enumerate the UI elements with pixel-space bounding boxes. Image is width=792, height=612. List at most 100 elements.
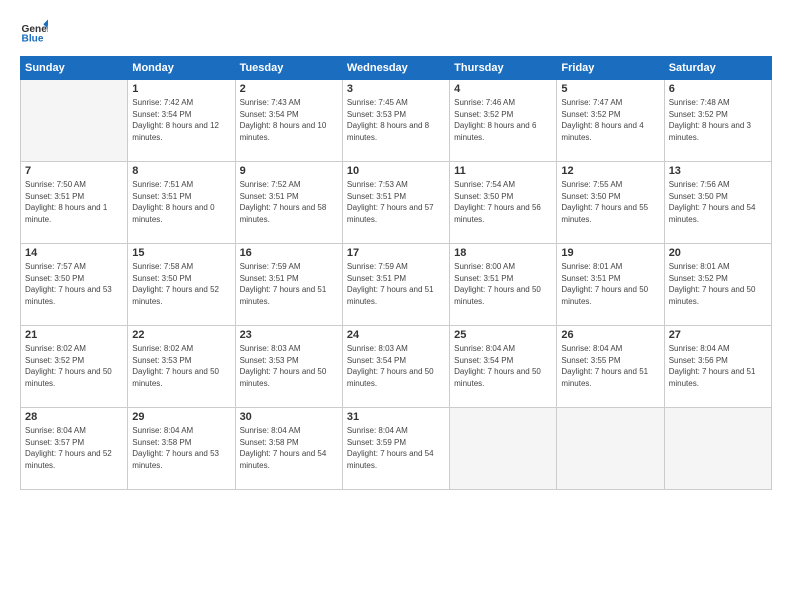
day-info: Sunrise: 8:01 AM Sunset: 3:52 PM Dayligh… xyxy=(669,261,767,307)
day-number: 29 xyxy=(132,411,230,423)
day-cell: 12 Sunrise: 7:55 AM Sunset: 3:50 PM Dayl… xyxy=(557,162,664,244)
day-number: 14 xyxy=(25,247,123,259)
day-number: 26 xyxy=(561,329,659,341)
day-cell: 7 Sunrise: 7:50 AM Sunset: 3:51 PM Dayli… xyxy=(21,162,128,244)
week-row-1: 1 Sunrise: 7:42 AM Sunset: 3:54 PM Dayli… xyxy=(21,80,772,162)
day-number: 13 xyxy=(669,165,767,177)
day-info: Sunrise: 7:48 AM Sunset: 3:52 PM Dayligh… xyxy=(669,97,767,143)
day-info: Sunrise: 8:03 AM Sunset: 3:53 PM Dayligh… xyxy=(240,343,338,389)
day-info: Sunrise: 8:01 AM Sunset: 3:51 PM Dayligh… xyxy=(561,261,659,307)
day-number: 9 xyxy=(240,165,338,177)
header: General Blue xyxy=(20,18,772,46)
day-cell: 29 Sunrise: 8:04 AM Sunset: 3:58 PM Dayl… xyxy=(128,408,235,490)
day-cell: 16 Sunrise: 7:59 AM Sunset: 3:51 PM Dayl… xyxy=(235,244,342,326)
day-number: 19 xyxy=(561,247,659,259)
day-info: Sunrise: 7:53 AM Sunset: 3:51 PM Dayligh… xyxy=(347,179,445,225)
day-number: 20 xyxy=(669,247,767,259)
day-cell: 2 Sunrise: 7:43 AM Sunset: 3:54 PM Dayli… xyxy=(235,80,342,162)
day-cell: 28 Sunrise: 8:04 AM Sunset: 3:57 PM Dayl… xyxy=(21,408,128,490)
day-cell: 24 Sunrise: 8:03 AM Sunset: 3:54 PM Dayl… xyxy=(342,326,449,408)
week-row-4: 21 Sunrise: 8:02 AM Sunset: 3:52 PM Dayl… xyxy=(21,326,772,408)
day-cell: 10 Sunrise: 7:53 AM Sunset: 3:51 PM Dayl… xyxy=(342,162,449,244)
week-row-5: 28 Sunrise: 8:04 AM Sunset: 3:57 PM Dayl… xyxy=(21,408,772,490)
day-number: 31 xyxy=(347,411,445,423)
day-number: 11 xyxy=(454,165,552,177)
day-cell: 3 Sunrise: 7:45 AM Sunset: 3:53 PM Dayli… xyxy=(342,80,449,162)
day-cell: 9 Sunrise: 7:52 AM Sunset: 3:51 PM Dayli… xyxy=(235,162,342,244)
day-number: 28 xyxy=(25,411,123,423)
day-number: 21 xyxy=(25,329,123,341)
day-info: Sunrise: 8:04 AM Sunset: 3:58 PM Dayligh… xyxy=(132,425,230,471)
logo-icon: General Blue xyxy=(20,18,48,46)
day-number: 5 xyxy=(561,83,659,95)
day-cell: 1 Sunrise: 7:42 AM Sunset: 3:54 PM Dayli… xyxy=(128,80,235,162)
day-info: Sunrise: 8:04 AM Sunset: 3:59 PM Dayligh… xyxy=(347,425,445,471)
day-number: 3 xyxy=(347,83,445,95)
day-info: Sunrise: 8:02 AM Sunset: 3:53 PM Dayligh… xyxy=(132,343,230,389)
week-row-3: 14 Sunrise: 7:57 AM Sunset: 3:50 PM Dayl… xyxy=(21,244,772,326)
day-number: 12 xyxy=(561,165,659,177)
day-cell: 22 Sunrise: 8:02 AM Sunset: 3:53 PM Dayl… xyxy=(128,326,235,408)
day-info: Sunrise: 8:04 AM Sunset: 3:54 PM Dayligh… xyxy=(454,343,552,389)
logo: General Blue xyxy=(20,18,48,46)
day-number: 23 xyxy=(240,329,338,341)
day-number: 15 xyxy=(132,247,230,259)
day-info: Sunrise: 7:59 AM Sunset: 3:51 PM Dayligh… xyxy=(240,261,338,307)
day-cell: 15 Sunrise: 7:58 AM Sunset: 3:50 PM Dayl… xyxy=(128,244,235,326)
day-cell xyxy=(450,408,557,490)
day-info: Sunrise: 7:45 AM Sunset: 3:53 PM Dayligh… xyxy=(347,97,445,143)
day-number: 7 xyxy=(25,165,123,177)
day-cell: 6 Sunrise: 7:48 AM Sunset: 3:52 PM Dayli… xyxy=(664,80,771,162)
day-info: Sunrise: 8:04 AM Sunset: 3:57 PM Dayligh… xyxy=(25,425,123,471)
day-info: Sunrise: 8:00 AM Sunset: 3:51 PM Dayligh… xyxy=(454,261,552,307)
day-number: 25 xyxy=(454,329,552,341)
day-info: Sunrise: 7:50 AM Sunset: 3:51 PM Dayligh… xyxy=(25,179,123,225)
day-info: Sunrise: 7:42 AM Sunset: 3:54 PM Dayligh… xyxy=(132,97,230,143)
day-info: Sunrise: 7:56 AM Sunset: 3:50 PM Dayligh… xyxy=(669,179,767,225)
day-cell: 4 Sunrise: 7:46 AM Sunset: 3:52 PM Dayli… xyxy=(450,80,557,162)
day-number: 18 xyxy=(454,247,552,259)
day-number: 27 xyxy=(669,329,767,341)
day-number: 24 xyxy=(347,329,445,341)
page: General Blue SundayMondayTuesdayWednesda… xyxy=(0,0,792,612)
day-info: Sunrise: 7:47 AM Sunset: 3:52 PM Dayligh… xyxy=(561,97,659,143)
day-info: Sunrise: 7:58 AM Sunset: 3:50 PM Dayligh… xyxy=(132,261,230,307)
calendar-table: SundayMondayTuesdayWednesdayThursdayFrid… xyxy=(20,56,772,490)
day-cell xyxy=(557,408,664,490)
day-info: Sunrise: 7:57 AM Sunset: 3:50 PM Dayligh… xyxy=(25,261,123,307)
day-cell: 27 Sunrise: 8:04 AM Sunset: 3:56 PM Dayl… xyxy=(664,326,771,408)
weekday-header-saturday: Saturday xyxy=(664,57,771,80)
day-info: Sunrise: 7:55 AM Sunset: 3:50 PM Dayligh… xyxy=(561,179,659,225)
day-cell: 14 Sunrise: 7:57 AM Sunset: 3:50 PM Dayl… xyxy=(21,244,128,326)
day-cell: 5 Sunrise: 7:47 AM Sunset: 3:52 PM Dayli… xyxy=(557,80,664,162)
weekday-header-wednesday: Wednesday xyxy=(342,57,449,80)
day-info: Sunrise: 8:04 AM Sunset: 3:58 PM Dayligh… xyxy=(240,425,338,471)
day-cell: 18 Sunrise: 8:00 AM Sunset: 3:51 PM Dayl… xyxy=(450,244,557,326)
weekday-header-monday: Monday xyxy=(128,57,235,80)
weekday-header-thursday: Thursday xyxy=(450,57,557,80)
day-cell xyxy=(21,80,128,162)
day-number: 2 xyxy=(240,83,338,95)
day-info: Sunrise: 7:59 AM Sunset: 3:51 PM Dayligh… xyxy=(347,261,445,307)
day-number: 22 xyxy=(132,329,230,341)
weekday-header-row: SundayMondayTuesdayWednesdayThursdayFrid… xyxy=(21,57,772,80)
day-info: Sunrise: 7:54 AM Sunset: 3:50 PM Dayligh… xyxy=(454,179,552,225)
day-info: Sunrise: 8:04 AM Sunset: 3:55 PM Dayligh… xyxy=(561,343,659,389)
svg-text:Blue: Blue xyxy=(22,33,44,44)
day-info: Sunrise: 7:46 AM Sunset: 3:52 PM Dayligh… xyxy=(454,97,552,143)
day-info: Sunrise: 8:04 AM Sunset: 3:56 PM Dayligh… xyxy=(669,343,767,389)
day-cell: 30 Sunrise: 8:04 AM Sunset: 3:58 PM Dayl… xyxy=(235,408,342,490)
day-number: 30 xyxy=(240,411,338,423)
day-cell: 23 Sunrise: 8:03 AM Sunset: 3:53 PM Dayl… xyxy=(235,326,342,408)
day-info: Sunrise: 7:51 AM Sunset: 3:51 PM Dayligh… xyxy=(132,179,230,225)
day-cell: 17 Sunrise: 7:59 AM Sunset: 3:51 PM Dayl… xyxy=(342,244,449,326)
day-cell: 25 Sunrise: 8:04 AM Sunset: 3:54 PM Dayl… xyxy=(450,326,557,408)
weekday-header-tuesday: Tuesday xyxy=(235,57,342,80)
day-info: Sunrise: 8:02 AM Sunset: 3:52 PM Dayligh… xyxy=(25,343,123,389)
day-number: 17 xyxy=(347,247,445,259)
day-cell: 19 Sunrise: 8:01 AM Sunset: 3:51 PM Dayl… xyxy=(557,244,664,326)
day-info: Sunrise: 7:43 AM Sunset: 3:54 PM Dayligh… xyxy=(240,97,338,143)
day-cell: 8 Sunrise: 7:51 AM Sunset: 3:51 PM Dayli… xyxy=(128,162,235,244)
weekday-header-sunday: Sunday xyxy=(21,57,128,80)
day-info: Sunrise: 7:52 AM Sunset: 3:51 PM Dayligh… xyxy=(240,179,338,225)
